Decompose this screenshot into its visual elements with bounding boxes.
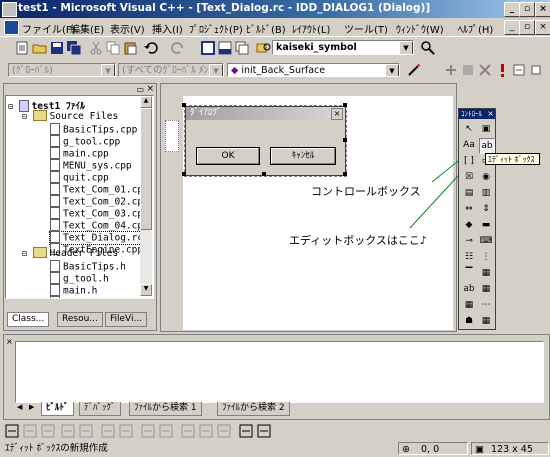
same-height-icon[interactable] (198, 423, 213, 438)
rich-edit-icon[interactable]: ab (462, 282, 476, 296)
layout-toolbar (0, 421, 550, 440)
spin-icon[interactable]: ◆ (462, 218, 476, 232)
same-width-icon[interactable] (180, 423, 195, 438)
center-horizontal-icon[interactable] (118, 423, 133, 438)
hotkey-icon[interactable]: ⌨ (479, 234, 493, 248)
tab-find-in-files-1[interactable]: ﾌｧｲﾙから検索 1 (129, 402, 202, 416)
position-icon: ⊕ (402, 444, 410, 455)
test-dialog-icon[interactable] (4, 423, 19, 438)
edit-box-icon[interactable]: ab (479, 138, 495, 154)
status-bar: ｴﾃﾞｨｯﾄ ﾎﾞｯｸｽの新規作成 ⊕ 0, 0 ▣ 123 x 45 (0, 441, 550, 457)
annotation-control-box: コントロールボックス (311, 185, 421, 198)
group-box-icon[interactable]: [ ] (462, 154, 476, 168)
edit-box-tooltip: ｴﾃﾞｨｯﾄ ﾎﾞｯｸｽ (485, 153, 540, 165)
pane-close-icon[interactable]: × (6, 337, 13, 346)
animate-icon[interactable]: ▦ (479, 266, 493, 280)
datetime-icon[interactable]: ▦ (479, 282, 493, 296)
custom-control-icon[interactable]: ☗ (462, 314, 476, 328)
vscroll-icon[interactable]: ⇕ (479, 202, 493, 216)
slider-icon[interactable]: ⊸ (462, 234, 476, 248)
output-tabs: ◀ ▶ ﾋﾞﾙﾄﾞ ﾃﾞﾊﾞｯｸﾞ ﾌｧｲﾙから検索 1 ﾌｧｲﾙから検索 2 (15, 402, 542, 416)
space-down-icon[interactable] (158, 423, 173, 438)
calendar-icon[interactable]: ▦ (462, 298, 476, 312)
ip-address-icon[interactable]: ⋯ (479, 298, 493, 312)
list-control-icon[interactable]: ☷ (462, 250, 476, 264)
palette-title-bar: ｺﾝﾄﾛｰﾙ × (459, 109, 495, 119)
tab-find-in-files-2[interactable]: ﾌｧｲﾙから検索 2 (217, 402, 290, 416)
tab-control-icon[interactable]: ▔ (462, 266, 476, 280)
extended-combo-icon[interactable]: ▦ (479, 314, 493, 328)
radio-button-icon[interactable]: ◉ (479, 170, 493, 184)
palette-title: ｺﾝﾄﾛｰﾙ (461, 110, 482, 118)
palette-close-icon[interactable]: × (487, 109, 494, 119)
check-box-icon[interactable]: ☒ (462, 170, 476, 184)
status-size: ▣ 123 x 45 (471, 442, 549, 455)
tab-scroll-left-icon[interactable]: ◀ (17, 403, 22, 411)
size-icon: ▣ (475, 444, 484, 455)
list-box-icon[interactable]: ▥ (479, 186, 493, 200)
tab-scroll-right-icon[interactable]: ▶ (29, 403, 34, 411)
status-message: ｴﾃﾞｨｯﾄ ﾎﾞｯｸｽの新規作成 (5, 443, 108, 454)
toggle-guides-icon[interactable] (256, 423, 271, 438)
static-text-icon[interactable]: Aa (462, 138, 476, 152)
progress-icon[interactable]: ▬ (479, 218, 493, 232)
picture-icon[interactable]: ▣ (479, 122, 493, 136)
space-across-icon[interactable] (140, 423, 155, 438)
tree-control-icon[interactable]: ⋮ (479, 250, 493, 264)
tab-build[interactable]: ﾋﾞﾙﾄﾞ (41, 402, 74, 416)
pointer-icon[interactable]: ↖ (462, 122, 476, 136)
align-bottom-icon[interactable] (78, 423, 93, 438)
align-right-icon[interactable] (40, 423, 55, 438)
tab-debug[interactable]: ﾃﾞﾊﾞｯｸﾞ (79, 402, 121, 416)
status-position: ⊕ 0, 0 (398, 442, 468, 455)
toggle-grid-icon[interactable] (238, 423, 253, 438)
align-left-icon[interactable] (22, 423, 37, 438)
annotation-edit-box: エディットボックスはここ♪ (289, 234, 427, 247)
combo-box-icon[interactable]: ▤ (462, 186, 476, 200)
align-top-icon[interactable] (60, 423, 75, 438)
output-window[interactable] (15, 341, 544, 403)
hscroll-icon[interactable]: ⇔ (462, 202, 476, 216)
controls-palette: ｺﾝﾄﾛｰﾙ × ↖▣Aaab[ ]▭☒◉▤▥⇔⇕◆▬⊸⌨☷⋮▔▦ab▦▦⋯☗▦ (458, 108, 496, 330)
center-vertical-icon[interactable] (100, 423, 115, 438)
same-size-icon[interactable] (216, 423, 231, 438)
